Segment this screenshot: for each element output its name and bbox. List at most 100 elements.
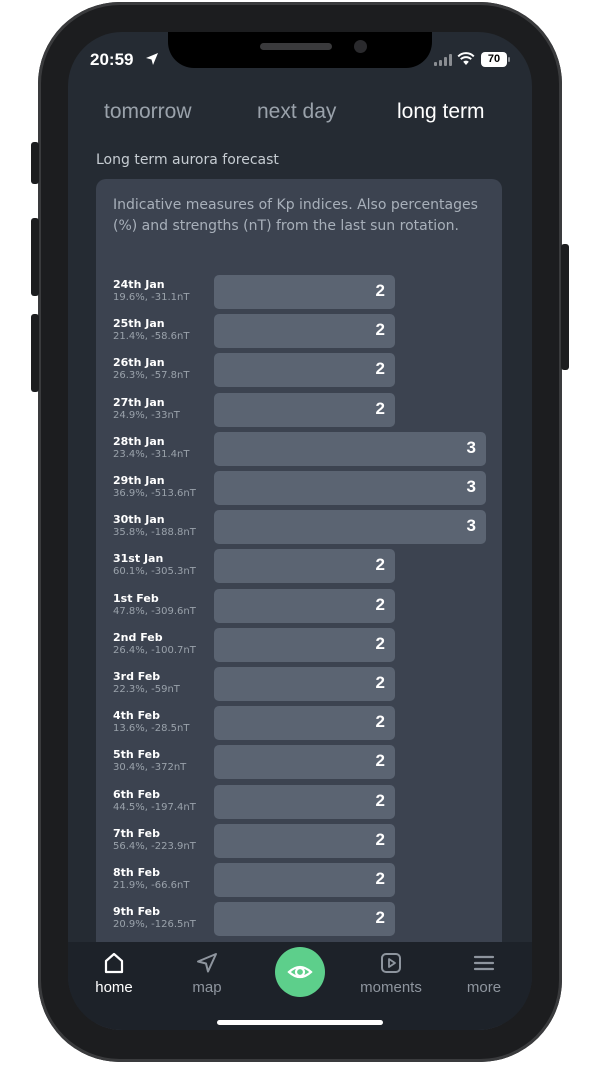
kp-bar: 2 [214, 392, 395, 427]
forecast-row[interactable]: 26th Jan 26.3%, -57.8nT 2 [96, 352, 502, 388]
forecast-stats: 20.9%, -126.5nT [113, 919, 196, 931]
cellular-signal-icon [434, 54, 452, 66]
forecast-row[interactable]: 5th Feb 30.4%, -372nT 2 [96, 744, 502, 780]
volume-up-button [31, 218, 39, 296]
forecast-date: 28th Jan [113, 434, 165, 448]
nav-moments[interactable]: moments [351, 950, 431, 996]
kp-value: 2 [375, 790, 385, 810]
kp-value: 3 [466, 437, 476, 457]
kp-value: 2 [375, 359, 385, 379]
kp-value: 2 [375, 869, 385, 888]
forecast-stats: 30.4%, -372nT [113, 762, 187, 774]
kp-bar: 2 [214, 627, 395, 662]
volume-down-button [31, 314, 39, 392]
forecast-row[interactable]: 7th Feb 56.4%, -223.9nT 2 [96, 823, 502, 859]
kp-value: 3 [466, 516, 476, 536]
forecast-row[interactable]: 2nd Feb 26.4%, -100.7nT 2 [96, 627, 502, 663]
forecast-stats: 47.8%, -309.6nT [113, 605, 196, 617]
forecast-card: Indicative measures of Kp indices. Also … [96, 179, 502, 1030]
nav-more[interactable]: more [444, 950, 524, 996]
kp-bar: 2 [214, 745, 395, 780]
forecast-stats: 22.3%, -59nT [113, 684, 180, 695]
tab-long-term[interactable]: long term [397, 100, 485, 124]
forecast-date: 9th Feb [113, 905, 160, 919]
forecast-date: 2nd Feb [113, 630, 163, 644]
forecast-date: 24th Jan [113, 278, 165, 291]
nav-map[interactable]: map [167, 950, 247, 996]
forecast-stats: 56.4%, -223.9nT [113, 840, 196, 852]
forecast-row[interactable]: 8th Feb 21.9%, -66.6nT 2 [96, 862, 502, 898]
forecast-tabs: tomorrow next day long term [68, 100, 532, 130]
forecast-date: 27th Jan [113, 395, 165, 409]
speaker [260, 43, 332, 50]
forecast-row[interactable]: 31st Jan 60.1%, -305.3nT 2 [96, 548, 502, 584]
forecast-description: Indicative measures of Kp indices. Also … [113, 197, 478, 234]
kp-value: 3 [466, 477, 476, 496]
kp-bar: 2 [214, 549, 395, 584]
nav-home[interactable]: home [74, 950, 154, 996]
nav-home-label: home [95, 979, 133, 996]
nav-observe-button[interactable] [275, 947, 325, 997]
forecast-stats: 26.4%, -100.7nT [113, 644, 196, 656]
forecast-date: 7th Feb [113, 826, 160, 840]
forecast-stats: 26.3%, -57.8nT [113, 370, 190, 382]
tab-next-day[interactable]: next day [257, 100, 336, 124]
power-button [561, 244, 569, 370]
kp-value: 2 [375, 712, 385, 732]
home-indicator [217, 1020, 383, 1025]
notch [168, 32, 432, 68]
forecast-row[interactable]: 28th Jan 23.4%, -31.4nT 3 [96, 431, 502, 467]
kp-bar: 2 [214, 784, 395, 819]
kp-value: 2 [375, 555, 385, 575]
tab-tomorrow[interactable]: tomorrow [104, 100, 192, 124]
forecast-date: 31st Jan [113, 552, 164, 566]
kp-value: 2 [375, 594, 385, 614]
silent-switch [31, 142, 39, 184]
play-square-icon [381, 953, 401, 973]
kp-bar: 2 [214, 902, 395, 937]
kp-bar: 2 [214, 275, 395, 309]
forecast-stats: 13.6%, -28.5nT [113, 723, 190, 735]
status-time: 20:59 [90, 50, 134, 69]
forecast-stats: 23.4%, -31.4nT [113, 448, 190, 460]
forecast-row[interactable]: 30th Jan 35.8%, -188.8nT 3 [96, 509, 502, 545]
forecast-date: 3rd Feb [113, 670, 161, 683]
forecast-stats: 24.9%, -33nT [113, 409, 180, 421]
forecast-row[interactable]: 1st Feb 47.8%, -309.6nT 2 [96, 588, 502, 624]
forecast-date: 29th Jan [113, 474, 165, 487]
forecast-stats: 21.9%, -66.6nT [113, 880, 190, 891]
kp-bar: 2 [214, 353, 395, 388]
forecast-row[interactable]: 27th Jan 24.9%, -33nT 2 [96, 392, 502, 428]
eye-icon [287, 965, 313, 979]
kp-bar: 3 [214, 471, 486, 505]
nav-more-label: more [466, 979, 502, 996]
kp-value: 2 [375, 908, 385, 928]
kp-value: 2 [375, 398, 385, 418]
kp-bar: 2 [214, 588, 395, 623]
forecast-date: 30th Jan [113, 513, 165, 527]
front-camera [354, 40, 367, 53]
forecast-row[interactable]: 24th Jan 19.6%, -31.1nT 2 [96, 274, 502, 310]
forecast-row[interactable]: 25th Jan 21.4%, -58.6nT 2 [96, 313, 502, 349]
kp-bar: 2 [214, 667, 395, 701]
forecast-row[interactable]: 3rd Feb 22.3%, -59nT 2 [96, 666, 502, 702]
forecast-stats: 60.1%, -305.3nT [113, 566, 196, 578]
kp-bar: 3 [214, 510, 486, 545]
navigation-arrow-icon [197, 953, 217, 973]
forecast-stats: 19.6%, -31.1nT [113, 292, 190, 303]
location-arrow-icon [146, 53, 158, 65]
battery-indicator: 70 [481, 52, 507, 67]
forecast-row[interactable]: 29th Jan 36.9%, -513.6nT 3 [96, 470, 502, 506]
forecast-row[interactable]: 9th Feb 20.9%, -126.5nT 2 [96, 901, 502, 937]
forecast-stats: 21.4%, -58.6nT [113, 331, 190, 343]
kp-value: 2 [375, 281, 385, 300]
forecast-row[interactable]: 4th Feb 13.6%, -28.5nT 2 [96, 705, 502, 741]
wifi-icon [457, 52, 475, 65]
kp-bar: 2 [214, 314, 395, 349]
kp-value: 2 [375, 829, 385, 849]
home-icon [104, 952, 124, 974]
nav-moments-label: moments [360, 979, 422, 996]
forecast-date: 25th Jan [113, 317, 165, 331]
forecast-date: 26th Jan [113, 356, 165, 370]
forecast-row[interactable]: 6th Feb 44.5%, -197.4nT 2 [96, 784, 502, 820]
